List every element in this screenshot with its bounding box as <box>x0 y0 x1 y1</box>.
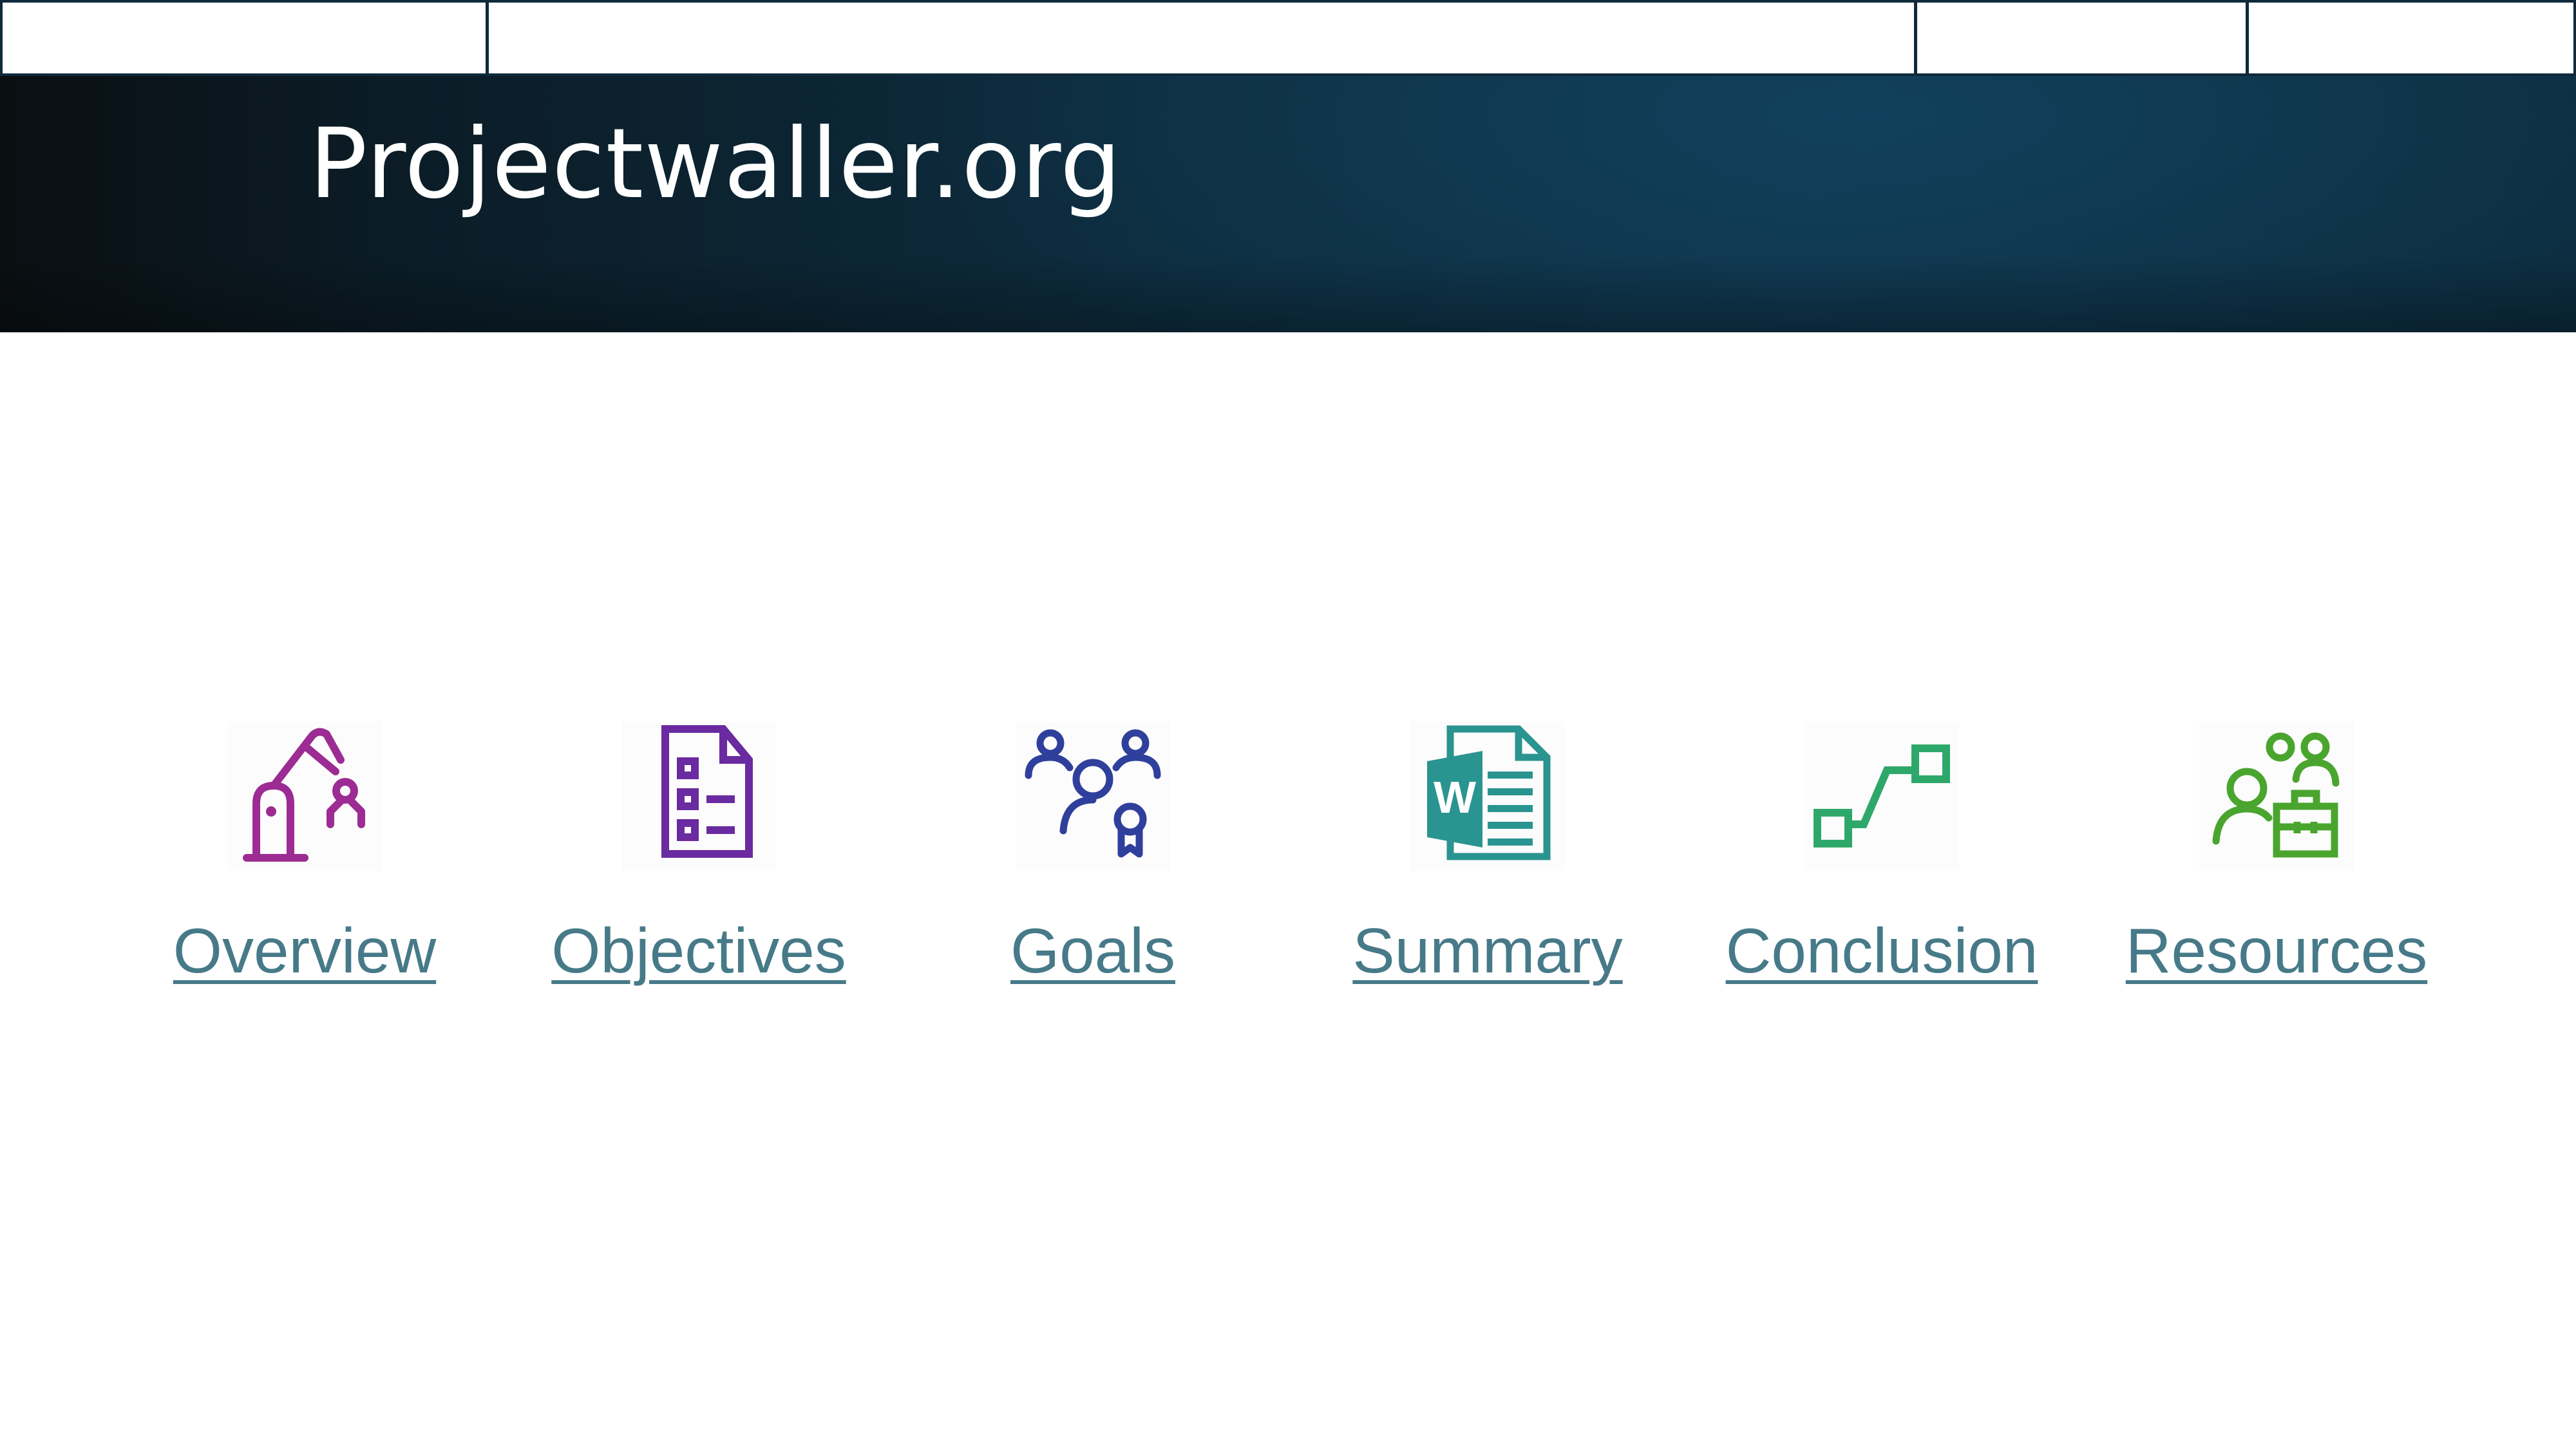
team-award-icon <box>1016 721 1170 871</box>
tab-divider <box>1914 3 1917 79</box>
nav-label: Conclusion <box>1725 915 2038 986</box>
slide-page: Projectwaller.org Overview Objectives Go… <box>0 0 2576 1449</box>
word-document-icon: W <box>1410 721 1565 871</box>
nav-link-objectives[interactable]: Objectives <box>506 721 892 1011</box>
checklist-icon <box>621 721 776 871</box>
nav-link-resources[interactable]: Resources <box>2083 721 2470 1011</box>
nav-link-goals[interactable]: Goals <box>900 721 1286 1011</box>
site-title: Projectwaller.org <box>309 108 1122 220</box>
tab-divider <box>2246 3 2249 79</box>
nav-label: Objectives <box>551 915 846 986</box>
nav-link-conclusion[interactable]: Conclusion <box>1689 721 2075 1011</box>
tab-divider <box>486 3 489 79</box>
nav-label: Summary <box>1352 915 1623 986</box>
nav-label: Goals <box>1010 915 1175 986</box>
nav-label: Overview <box>173 915 437 986</box>
connector-line-icon <box>1804 721 1959 871</box>
svg-text:W: W <box>1434 772 1476 822</box>
nav-link-overview[interactable]: Overview <box>111 721 498 1011</box>
top-tab-strip <box>0 0 2576 79</box>
nav-label: Resources <box>2125 915 2428 986</box>
robot-arm-icon <box>227 721 382 871</box>
header-banner: Projectwaller.org <box>0 76 2576 332</box>
nav-link-summary[interactable]: W Summary <box>1294 721 1681 1011</box>
team-toolbox-icon <box>2199 721 2354 871</box>
